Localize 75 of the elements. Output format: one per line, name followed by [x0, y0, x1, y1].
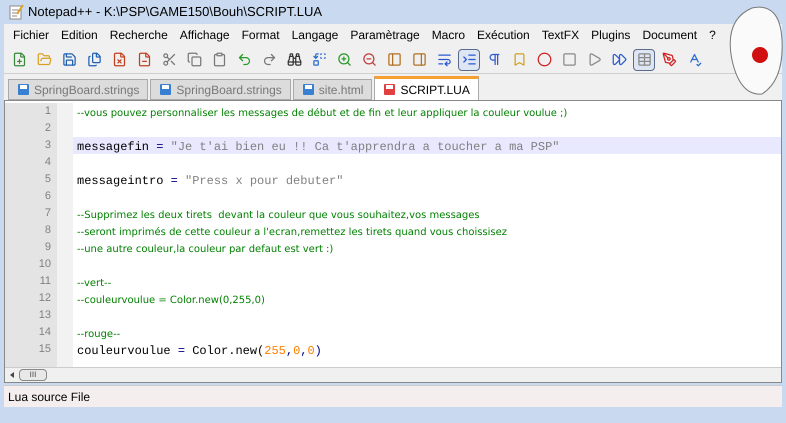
unsaved-file-icon — [383, 83, 396, 96]
open-folder-icon — [36, 52, 52, 67]
code-line: --rouge-- — [76, 328, 122, 341]
undo-icon — [236, 52, 252, 67]
line-number: 3 — [44, 138, 52, 153]
search-icon — [286, 52, 302, 67]
line-number: 14 — [38, 325, 52, 340]
panel-icon — [386, 52, 402, 67]
saved-file-icon — [17, 83, 30, 96]
saved-file-icon — [159, 83, 172, 96]
code-line: --Supprimez les deux tirets devant la couleur que vous souhaitez,vos messages — [76, 209, 481, 222]
line-number: 2 — [44, 121, 52, 136]
pilcrow-icon — [486, 52, 502, 67]
line-number: 15 — [38, 342, 52, 357]
pen-icon — [662, 52, 676, 67]
line-number: 13 — [38, 308, 52, 323]
stop-icon — [562, 52, 576, 67]
status-text: Lua source File — [8, 388, 90, 406]
cut-icon — [162, 52, 176, 67]
save-icon — [62, 52, 76, 67]
notepad-icon — [8, 4, 24, 20]
panel-icon — [412, 52, 426, 67]
menu-item[interactable]: Format — [236, 26, 285, 44]
line-number: 5 — [44, 172, 52, 187]
window-title: Notepad++ - K:\PSP\GAME150\Bouh\SCRIPT.LUA — [28, 3, 322, 22]
play-icon — [586, 52, 602, 67]
code-line: --vous pouvez personnaliser les messages de début et de fin et leur appliquer la couleur voulue ;) — [76, 107, 568, 120]
menu-item[interactable]: Affichage — [174, 26, 235, 44]
code-line: couleurvoulue = Color.new(255,0,0) — [76, 343, 323, 358]
toolbar-button[interactable] — [633, 48, 655, 70]
new-file-icon — [12, 52, 26, 67]
line-number: 8 — [44, 223, 52, 238]
code-line: --une autre couleur,la couleur par defaut est vert :) — [76, 243, 334, 256]
line-number: 12 — [38, 291, 52, 306]
indent-guide-icon — [462, 52, 476, 67]
zoom-in-icon — [336, 52, 352, 67]
line-number: 10 — [38, 257, 52, 272]
record-icon — [536, 52, 552, 67]
line-number: 6 — [44, 189, 52, 204]
save-all-icon — [86, 52, 102, 67]
fast-forward-icon — [612, 52, 626, 67]
line-number: 7 — [44, 206, 52, 221]
menu-item[interactable]: Plugins — [586, 26, 636, 44]
wrap-icon — [436, 52, 452, 67]
code-line: --seront imprimés de cette couleur a l'ecran,remettez les tirets quand vous choissisez — [76, 226, 508, 239]
menu-item[interactable]: Document — [637, 26, 702, 44]
saved-file-icon — [302, 83, 315, 96]
menu-item[interactable]: TextFX — [536, 26, 584, 44]
line-number: 9 — [44, 240, 52, 255]
line-number: 1 — [44, 104, 52, 119]
toolbar-button[interactable] — [458, 48, 480, 70]
line-number: 4 — [44, 155, 52, 170]
menu-item[interactable]: Edition — [56, 26, 103, 44]
paste-icon — [212, 52, 226, 67]
code-line: --vert-- — [76, 277, 112, 290]
bookmark-icon — [512, 52, 526, 67]
menu-item[interactable]: Langage — [286, 26, 344, 44]
close-file-icon — [112, 52, 126, 67]
code-line: --couleurvoulue = Color.new(0,255,0) — [76, 294, 266, 307]
replace-icon — [312, 52, 326, 67]
scrollbar-thumb[interactable]: III — [19, 369, 47, 381]
close-all-icon — [136, 52, 152, 67]
code-line: messageintro = "Press x pour debuter" — [76, 173, 344, 188]
line-number: 11 — [38, 274, 52, 289]
menu-item[interactable]: Exécution — [472, 26, 535, 44]
menu-item[interactable]: Macro — [426, 26, 470, 44]
menu-item[interactable]: Recherche — [104, 26, 173, 44]
table-icon — [636, 52, 652, 67]
zoom-out-icon — [362, 52, 376, 67]
menu-item[interactable]: Paramètrage — [345, 26, 425, 44]
redo-icon — [262, 52, 276, 67]
menu-item[interactable]: ? — [704, 26, 721, 44]
copy-icon — [186, 52, 202, 67]
menu-item[interactable]: Fichier — [8, 26, 54, 44]
file-tab[interactable]: SCRIPT.LUA — [374, 76, 479, 100]
